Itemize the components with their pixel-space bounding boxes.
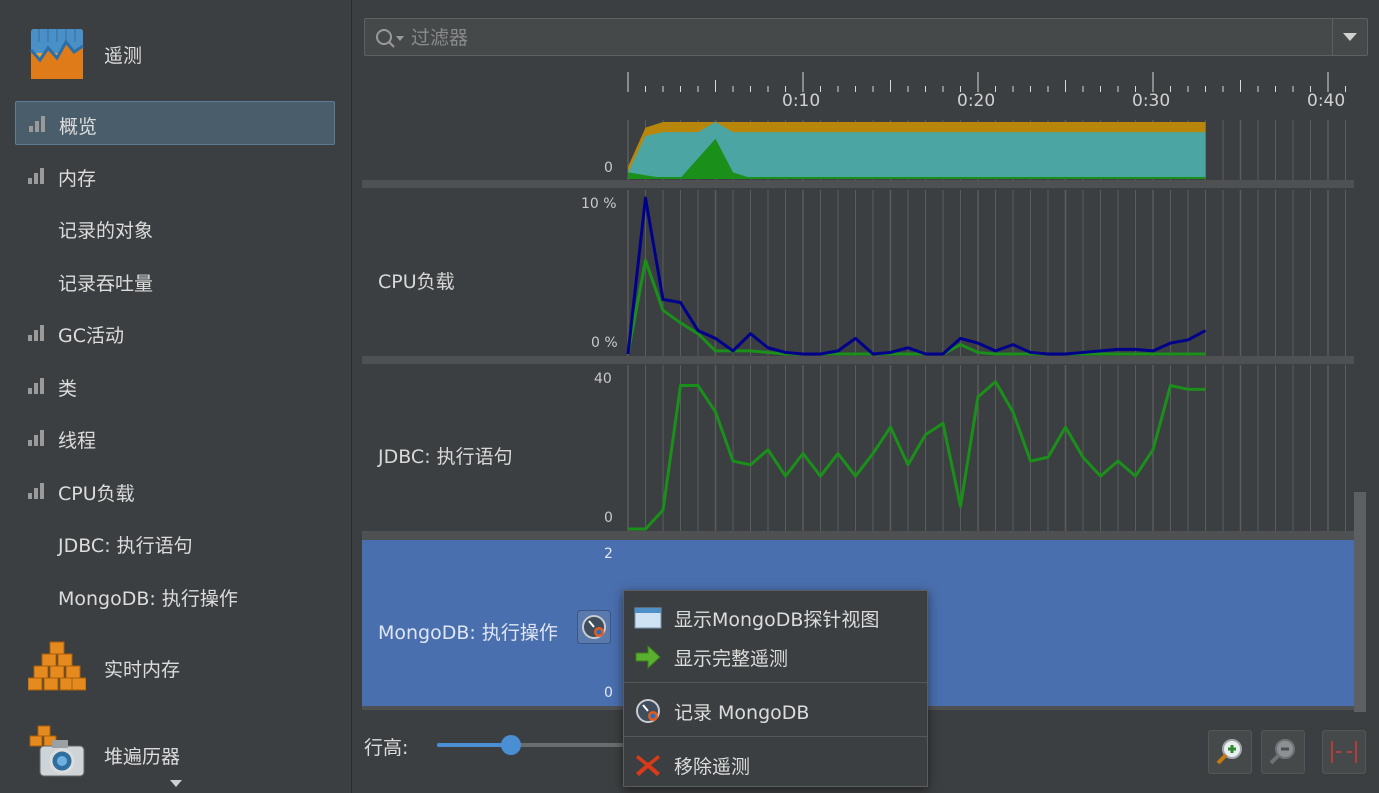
telemetry-section-header[interactable]: 遥测: [0, 14, 351, 94]
mongodb-row-label[interactable]: MongoDB: 执行操作: [378, 618, 558, 645]
chart-bars-icon: [28, 325, 46, 341]
chevron-down-icon[interactable]: [170, 780, 182, 788]
memory-y-min-label: 0: [604, 160, 613, 176]
fit-width-icon: [1331, 741, 1357, 763]
menu-separator: [624, 682, 927, 683]
chart-bars-icon: [28, 430, 46, 446]
sidebar-item-mongodb[interactable]: MongoDB: 执行操作: [15, 574, 335, 618]
time-axis-tick-label: 0:20: [957, 91, 996, 111]
cpu-y-min-label: 0 %: [591, 335, 618, 351]
zoom-out-icon: [1269, 739, 1295, 765]
jdbc-y-min-label: 0: [604, 510, 613, 526]
fit-to-window-button[interactable]: [1322, 730, 1366, 774]
sidebar-item-label: JDBC: 执行语句: [58, 535, 193, 557]
live-memory-section-label: 实时内存: [104, 659, 181, 681]
time-axis-tick-label: 0:10: [782, 91, 821, 111]
menu-item-record-mongodb[interactable]: 记录 MongoDB: [624, 690, 927, 730]
context-menu: 显示MongoDB探针视图 显示完整遥测 记录 MongoDB 移除遥测: [623, 590, 928, 787]
row-height-slider[interactable]: [437, 735, 637, 755]
zoom-in-button[interactable]: [1208, 730, 1252, 774]
chevron-down-icon: [1343, 33, 1357, 41]
live-memory-icon: [28, 641, 86, 691]
filter-box[interactable]: [364, 18, 1368, 56]
live-memory-section-header[interactable]: 实时内存: [0, 628, 351, 708]
telemetry-icon: [30, 29, 84, 79]
time-axis: [362, 70, 1354, 118]
sidebar-item-threads[interactable]: 线程: [15, 416, 335, 460]
menu-item-label: 移除遥测: [674, 756, 751, 778]
mongodb-probe-icon[interactable]: [577, 610, 611, 644]
heap-walker-icon: [29, 725, 85, 777]
telemetry-section-label: 遥测: [104, 45, 143, 67]
record-probe-icon: [636, 699, 660, 723]
heap-walker-section-header[interactable]: 堆遍历器: [0, 714, 351, 793]
time-axis-tick-label: 0:40: [1307, 91, 1346, 111]
time-axis-tick-label: 0:30: [1132, 91, 1171, 111]
menu-item-label: 显示MongoDB探针视图: [674, 609, 880, 631]
jdbc-row-label[interactable]: JDBC: 执行语句: [378, 442, 513, 469]
sidebar-item-label: 记录吞吐量: [58, 273, 154, 295]
jdbc-series-line: [628, 380, 1206, 531]
sidebar-item-label: 类: [58, 378, 78, 400]
sidebar-item-jdbc[interactable]: JDBC: 执行语句: [15, 521, 335, 565]
vertical-scrollbar[interactable]: [1354, 492, 1366, 712]
heap-walker-section-label: 堆遍历器: [104, 746, 181, 768]
zoom-out-button[interactable]: [1261, 730, 1305, 774]
sidebar-item-classes[interactable]: 类: [15, 364, 335, 408]
arrow-right-icon: [635, 644, 661, 670]
sidebar-item-cpu-load[interactable]: CPU负载: [15, 469, 335, 513]
chart-bars-icon: [28, 168, 46, 184]
cpu-y-max-label: 10 %: [581, 196, 617, 212]
mongodb-y-min-label: 0: [604, 685, 613, 701]
sidebar-item-label: 记录的对象: [58, 220, 154, 242]
cpu-series-line-primary: [626, 196, 1207, 356]
menu-item-show-probe-view[interactable]: 显示MongoDB探针视图: [624, 597, 927, 637]
sidebar: 遥测 概览内存记录的对象记录吞吐量 GC活动类线程 CPU负载 JDBC: 执行语句 M…: [0, 0, 352, 793]
chart-bars-icon: [28, 483, 46, 499]
sidebar-item-gc-activity[interactable]: GC活动: [15, 311, 335, 355]
sidebar-item-label: 内存: [58, 168, 97, 190]
cpu-row-label[interactable]: CPU负载: [378, 267, 455, 294]
row-separator: [362, 180, 1354, 188]
menu-separator: [624, 736, 927, 737]
menu-item-label: 显示完整遥测: [674, 648, 789, 670]
zoom-in-icon: [1216, 739, 1242, 765]
menu-item-remove-telemetry[interactable]: 移除遥测: [624, 744, 927, 784]
filter-dropdown-button[interactable]: [1332, 19, 1367, 55]
jdbc-y-max-label: 40: [594, 371, 612, 387]
row-height-label: 行高:: [364, 737, 409, 759]
menu-item-show-full-telemetry[interactable]: 显示完整遥测: [624, 636, 927, 676]
row-separator: [362, 531, 1354, 540]
sidebar-item-label: 线程: [58, 430, 97, 452]
sidebar-item-label: MongoDB: 执行操作: [58, 588, 238, 610]
probe-view-icon: [634, 607, 662, 629]
sidebar-item-memory[interactable]: 内存: [15, 154, 335, 198]
sidebar-item-recorded-objects[interactable]: 记录的对象: [15, 206, 335, 250]
cpu-series-line-secondary: [626, 258, 1206, 356]
sidebar-item-recorded-throughput[interactable]: 记录吞吐量: [15, 259, 335, 303]
row-height-slider-fill: [437, 743, 511, 747]
filter-input[interactable]: [409, 25, 1313, 51]
close-icon: [636, 755, 660, 776]
row-height-slider-thumb[interactable]: [501, 735, 521, 755]
row-separator: [362, 356, 1354, 364]
sidebar-item-label: 概览: [59, 116, 98, 138]
sidebar-item-label: GC活动: [58, 325, 124, 347]
chart-bars-icon: [29, 116, 47, 132]
sidebar-item-label: CPU负载: [58, 483, 135, 505]
search-icon[interactable]: [375, 28, 405, 48]
chart-bars-icon: [28, 378, 46, 394]
sidebar-item-overview[interactable]: 概览: [15, 101, 335, 145]
menu-item-label: 记录 MongoDB: [674, 702, 810, 724]
mongodb-y-max-label: 2: [604, 546, 613, 562]
